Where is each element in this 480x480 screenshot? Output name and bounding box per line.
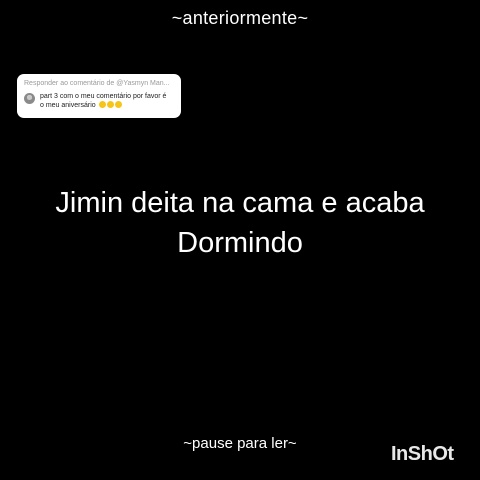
top-caption: ~anteriormente~ — [171, 8, 309, 28]
face-icon — [98, 101, 106, 108]
avatar — [24, 93, 35, 104]
reply-line-2: o meu aniversário — [40, 101, 166, 110]
reply-comment-text: part 3 com o meu comentário por favor é … — [40, 92, 166, 110]
face-icon — [106, 101, 114, 108]
reply-header: Responder ao comentário de @Yasmyn Man..… — [24, 80, 170, 87]
face-icon — [114, 101, 122, 108]
story-line-2: Dormindo — [177, 227, 303, 259]
reply-body: part 3 com o meu comentário por favor é … — [24, 92, 174, 110]
inshot-watermark: InShOt — [391, 443, 454, 465]
story-text: Jimin deita na cama e acaba Dormindo — [0, 183, 480, 263]
reply-comment-card[interactable]: Responder ao comentário de @Yasmyn Man..… — [17, 74, 181, 118]
reply-line-1: part 3 com o meu comentário por favor é — [40, 93, 167, 100]
story-line-1: Jimin deita na cama e acaba — [55, 187, 425, 219]
